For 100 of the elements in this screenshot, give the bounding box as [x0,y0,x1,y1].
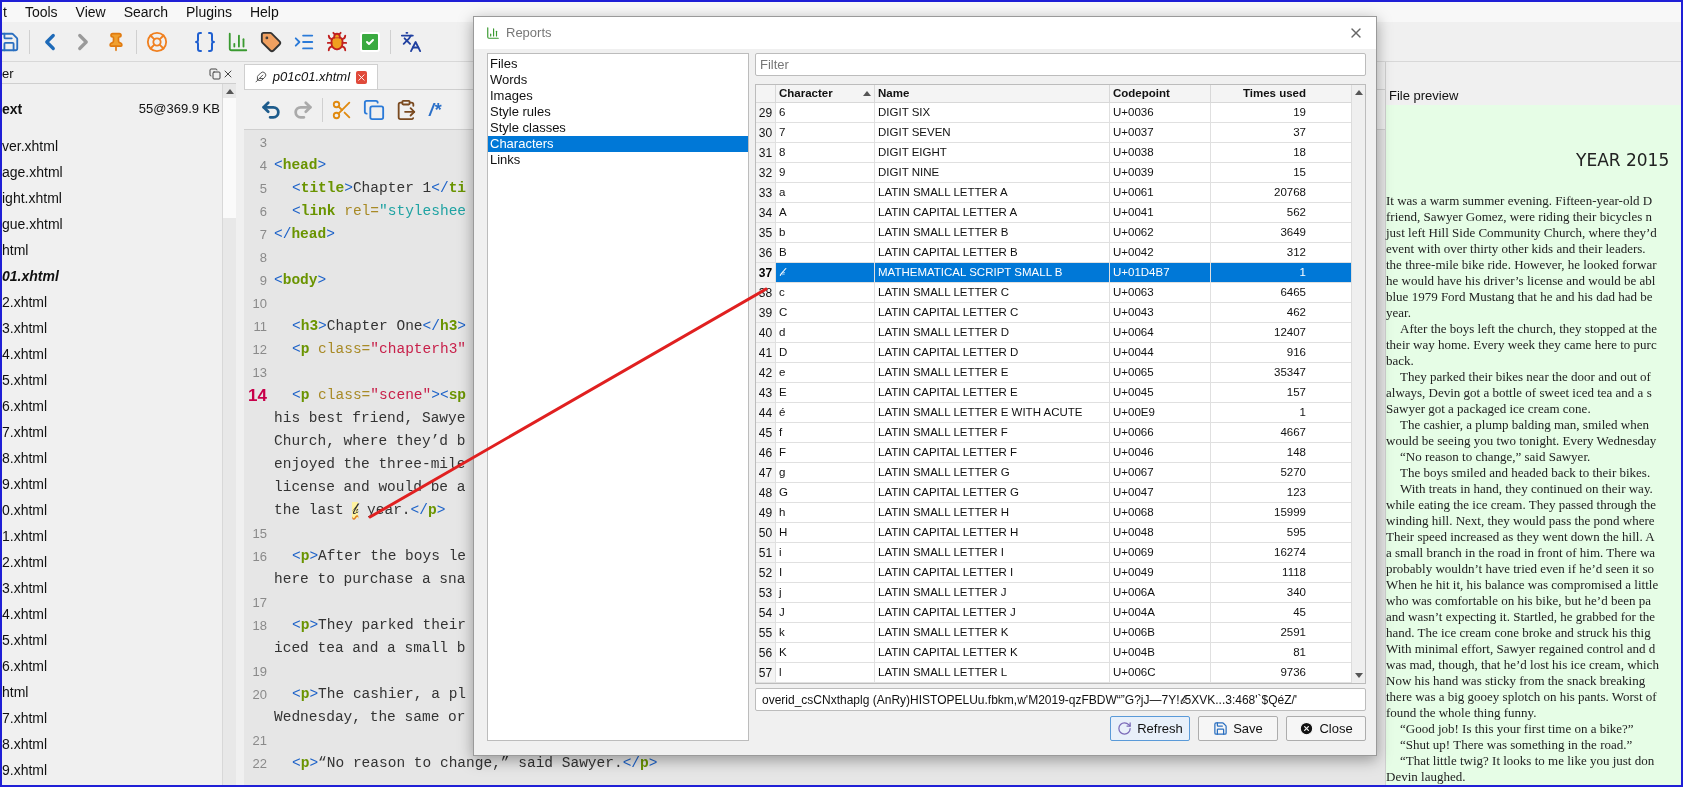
folder-name[interactable]: ext [2,98,23,120]
file-item[interactable]: 5.xhtml [2,629,48,651]
table-row[interactable]: 32 9 DIGIT NINE U+0039 15 [756,163,1351,184]
report-section-item[interactable]: Words [488,72,748,88]
report-section-item[interactable]: Style rules [488,104,748,120]
table-row[interactable]: 53 j LATIN SMALL LETTER J U+006A 340 [756,583,1351,604]
column-header[interactable]: Times used [1210,85,1309,103]
file-item[interactable]: 8.xhtml [2,733,48,755]
comment-button[interactable]: /* [425,96,445,123]
table-row[interactable]: 34 A LATIN CAPITAL LETTER A U+0041 562 [756,203,1351,224]
table-row[interactable]: 31 8 DIGIT EIGHT U+0038 18 [756,143,1351,164]
file-item[interactable]: 5.xhtml [2,369,48,391]
sort-ascending-icon [863,91,871,97]
file-item[interactable]: 0.xhtml [2,499,48,521]
file-item[interactable]: 2.xhtml [2,291,48,313]
table-row[interactable]: 30 7 DIGIT SEVEN U+0037 37 [756,123,1351,144]
table-row[interactable]: 46 F LATIN CAPITAL LETTER F U+0046 148 [756,443,1351,464]
file-item[interactable]: 7.xhtml [2,421,48,443]
file-item[interactable]: ver.xhtml [2,135,58,157]
menu-item[interactable]: View [75,2,106,23]
file-item[interactable]: html [2,681,29,703]
table-row[interactable]: 52 I LATIN CAPITAL LETTER I U+0049 1118 [756,563,1351,584]
report-section-item[interactable]: Links [488,152,748,168]
line-number: 4 [258,156,267,175]
table-cell: 562 [1210,203,1309,223]
file-item[interactable]: 1.xhtml [2,525,48,547]
scroll-down-icon[interactable] [1354,673,1363,678]
row-number: 31 [756,143,775,163]
table-row[interactable]: 45 f LATIN SMALL LETTER F U+0066 4667 [756,423,1351,444]
save-button[interactable]: Save [1198,716,1278,741]
table-row[interactable]: 29 6 DIGIT SIX U+0036 19 [756,103,1351,124]
scroll-thumb[interactable] [223,98,236,218]
file-item[interactable]: 7.xhtml [2,707,48,729]
report-section-item[interactable]: Images [488,88,748,104]
table-cell: LATIN SMALL LETTER G [874,463,1109,483]
preview-text-line: It was a warm summer evening. Fifteen-year-old D [1386,193,1653,208]
table-cell: U+0062 [1109,223,1210,243]
table-row[interactable]: 47 g LATIN SMALL LETTER G U+0067 5270 [756,463,1351,484]
menu-item[interactable]: Tools [24,2,58,23]
menu-item[interactable]: Plugins [186,2,232,23]
refresh-button[interactable]: Refresh [1110,716,1190,741]
table-cell: LATIN SMALL LETTER D [874,323,1109,343]
scrollbar[interactable] [222,84,236,785]
table-row[interactable]: 55 k LATIN SMALL LETTER K U+006B 2591 [756,623,1351,644]
scrollbar[interactable] [1351,85,1365,683]
table-row[interactable]: 56 K LATIN CAPITAL LETTER K U+004B 81 [756,643,1351,664]
table-row[interactable]: 48 G LATIN CAPITAL LETTER G U+0047 123 [756,483,1351,504]
code-text: here to purchase a sna [274,569,466,589]
scroll-up-icon[interactable] [225,89,234,94]
table-row[interactable]: 35 b LATIN SMALL LETTER B U+0062 3649 [756,223,1351,244]
file-item[interactable]: gue.xhtml [2,213,63,235]
report-section-item[interactable]: Characters [488,136,748,152]
menu-item[interactable]: Search [123,2,169,23]
close-icon[interactable] [356,70,367,84]
table-row[interactable]: 49 h LATIN SMALL LETTER H U+0068 15999 [756,503,1351,524]
filter-field[interactable]: Filter [755,53,1366,76]
file-item[interactable]: age.xhtml [2,161,63,183]
table-row[interactable]: 43 E LATIN CAPITAL LETTER E U+0045 157 [756,383,1351,404]
column-header[interactable]: Codepoint [1109,85,1210,103]
file-item[interactable]: 6.xhtml [2,655,48,677]
report-section-item[interactable]: Files [488,56,748,72]
file-item[interactable]: 3.xhtml [2,577,48,599]
table-row[interactable]: 39 C LATIN CAPITAL LETTER C U+0043 462 [756,303,1351,324]
table-cell: é [775,403,874,423]
row-number: 46 [756,443,775,463]
file-item[interactable]: 8.xhtml [2,447,48,469]
table-row[interactable]: 40 d LATIN SMALL LETTER D U+0064 12407 [756,323,1351,344]
scroll-up-icon[interactable] [1354,90,1363,95]
table-row[interactable]: 42 e LATIN SMALL LETTER E U+0065 35347 [756,363,1351,384]
file-item[interactable]: 4.xhtml [2,603,48,625]
table-row[interactable]: 51 i LATIN SMALL LETTER I U+0069 16274 [756,543,1351,564]
table-row[interactable]: 33 a LATIN SMALL LETTER A U+0061 20768 [756,183,1351,204]
table-row[interactable]: 37 𝒷 MATHEMATICAL SCRIPT SMALL B U+01D4B7 1 [756,263,1351,284]
file-item[interactable]: 9.xhtml [2,759,48,781]
dialog-title: Reports [506,24,552,43]
table-row[interactable]: 57 l LATIN SMALL LETTER L U+006C 9736 [756,663,1351,684]
file-item[interactable]: 9.xhtml [2,473,48,495]
detail-field[interactable]: overid_csCNxthaplg (AnRy)HISTOPELUu.fbkm,w'M2019-qzFBDW“”G?jJ—7Y!𝒷5XVK...3:468'`$QéZ/' [755,688,1366,711]
table-row[interactable]: 44 é LATIN SMALL LETTER E WITH ACUTE U+00E9 1 [756,403,1351,424]
table-row[interactable]: 54 J LATIN CAPITAL LETTER J U+004A 45 [756,603,1351,624]
file-item[interactable]: 2.xhtml [2,551,48,573]
code-text: <title>Chapter 1</ti [292,178,467,198]
table-cell: U+0067 [1109,463,1210,483]
column-header[interactable]: Character [775,85,874,103]
menu-item[interactable]: Help [249,2,279,23]
float-icon[interactable] [209,67,221,80]
table-row[interactable]: 41 D LATIN CAPITAL LETTER D U+0044 916 [756,343,1351,364]
file-item[interactable]: 3.xhtml [2,317,48,339]
file-item[interactable]: 4.xhtml [2,343,48,365]
file-item[interactable]: html [2,239,29,261]
file-item[interactable]: 01.xhtml [2,265,59,287]
file-item[interactable]: ight.xhtml [2,187,62,209]
file-item[interactable]: 6.xhtml [2,395,48,417]
editor-tab[interactable]: p01c01.xhtml [244,64,378,89]
close-button[interactable]: Close [1286,716,1366,741]
menu-item[interactable]: t [3,2,7,23]
refresh-icon [1117,721,1133,736]
column-header[interactable]: Name [874,85,1109,103]
report-section-item[interactable]: Style classes [488,120,748,136]
table-row[interactable]: 50 H LATIN CAPITAL LETTER H U+0048 595 [756,523,1351,544]
